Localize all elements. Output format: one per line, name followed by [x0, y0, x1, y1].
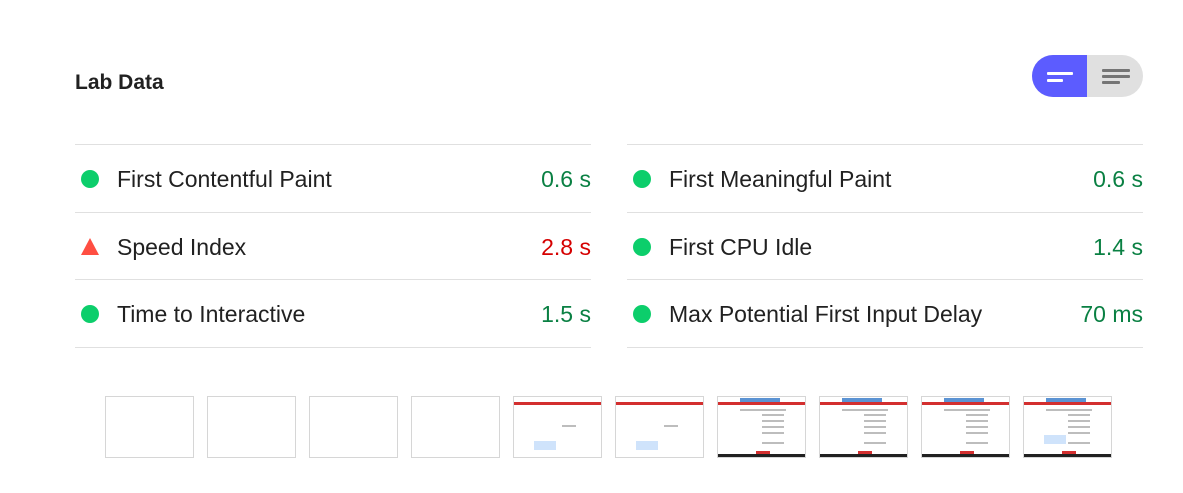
expanded-lines-icon	[1101, 68, 1130, 84]
filmstrip-frame	[921, 396, 1010, 458]
metric-label: First CPU Idle	[669, 233, 813, 260]
filmstrip	[105, 396, 1113, 458]
metric-row: First Contentful Paint 0.6 s	[75, 145, 591, 213]
metric-row: Max Potential First Input Delay 70 ms	[627, 280, 1143, 348]
filmstrip-frame	[207, 396, 296, 458]
collapsed-lines-icon	[1046, 68, 1073, 84]
green-circle-icon	[81, 170, 99, 188]
filmstrip-frame	[309, 396, 398, 458]
toggle-collapsed-view[interactable]	[1032, 55, 1087, 97]
metric-value: 0.6 s	[541, 166, 591, 192]
view-toggle[interactable]	[1032, 55, 1143, 97]
toggle-expanded-view[interactable]	[1087, 55, 1142, 97]
filmstrip-frame	[819, 396, 908, 458]
filmstrip-frame	[1023, 396, 1112, 458]
filmstrip-frame	[615, 396, 704, 458]
metric-label: Speed Index	[117, 233, 247, 260]
metric-value: 1.4 s	[1093, 233, 1143, 260]
metrics-column-right: First Meaningful Paint 0.6 s First CPU I…	[627, 144, 1143, 348]
metric-value: 2.8 s	[541, 233, 591, 260]
metric-label: Time to Interactive	[117, 301, 306, 327]
red-triangle-icon	[81, 237, 99, 255]
filmstrip-frame	[411, 396, 500, 458]
metric-label: First Meaningful Paint	[669, 166, 892, 192]
green-circle-icon	[633, 170, 651, 188]
metric-value: 70 ms	[1080, 301, 1143, 327]
filmstrip-frame	[513, 396, 602, 458]
metrics-column-left: First Contentful Paint 0.6 s Speed Index…	[75, 144, 591, 348]
metric-label: Max Potential First Input Delay	[669, 301, 983, 327]
metric-row: First Meaningful Paint 0.6 s	[627, 145, 1143, 213]
green-circle-icon	[633, 305, 651, 323]
metric-value: 0.6 s	[1093, 166, 1143, 192]
lab-data-header: Lab Data	[75, 55, 1143, 97]
green-circle-icon	[81, 305, 99, 323]
metric-label: First Contentful Paint	[117, 166, 332, 192]
metric-row: First CPU Idle 1.4 s	[627, 213, 1143, 280]
green-circle-icon	[633, 237, 651, 256]
metric-row: Speed Index 2.8 s	[75, 213, 591, 280]
filmstrip-frame	[105, 396, 194, 458]
metric-value: 1.5 s	[541, 301, 591, 327]
section-title: Lab Data	[75, 71, 164, 94]
metric-row: Time to Interactive 1.5 s	[75, 280, 591, 348]
filmstrip-frame	[717, 396, 806, 458]
